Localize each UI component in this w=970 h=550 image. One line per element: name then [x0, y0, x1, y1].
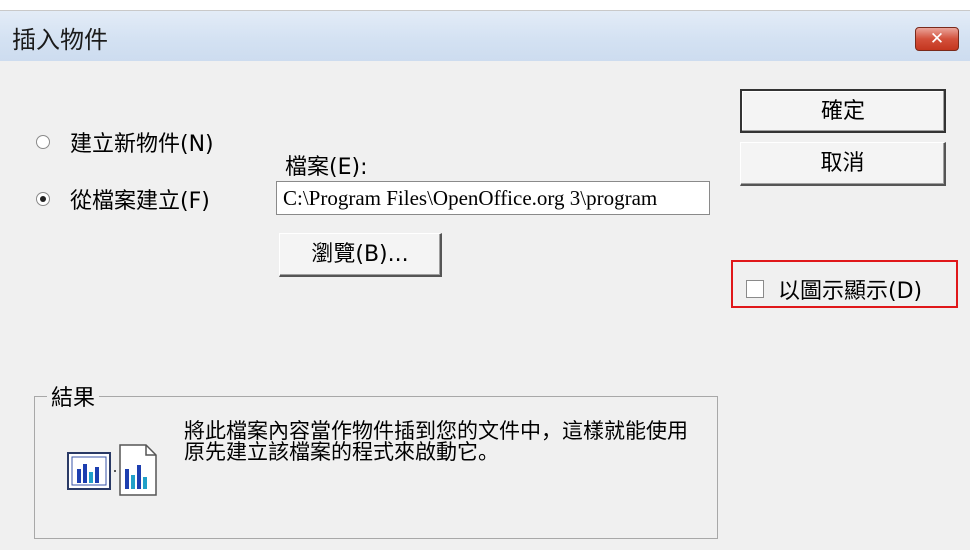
- display-as-icon-checkbox[interactable]: [746, 280, 764, 298]
- from-file-radio[interactable]: [36, 192, 50, 206]
- title-bar: 插入物件 ✕: [0, 11, 970, 61]
- from-file-label: 從檔案建立(F): [70, 189, 210, 214]
- file-path-input[interactable]: C:\Program Files\OpenOffice.org 3\progra…: [276, 181, 710, 215]
- result-title: 結果: [47, 380, 100, 412]
- close-button[interactable]: ✕: [915, 27, 959, 51]
- cancel-button[interactable]: 取消: [740, 142, 946, 186]
- insert-object-dialog: 插入物件 ✕ 建立新物件(N) 從檔案建立(F) 檔案(E): C:\Progr…: [0, 10, 970, 550]
- display-as-icon-label: 以圖示顯示(D): [778, 279, 923, 304]
- create-new-option[interactable]: 建立新物件(N): [36, 126, 214, 158]
- file-path-value: C:\Program Files\OpenOffice.org 3\progra…: [283, 186, 658, 210]
- file-label: 檔案(E):: [285, 155, 368, 180]
- from-file-option[interactable]: 從檔案建立(F): [36, 183, 210, 215]
- close-icon: ✕: [929, 29, 945, 49]
- result-description: 將此檔案內容當作物件插到您的文件中，這樣就能使用原先建立該檔案的程式來啟動它。: [184, 419, 688, 464]
- dialog-title: 插入物件: [12, 26, 108, 54]
- display-as-icon-option[interactable]: 以圖示顯示(D): [746, 273, 922, 305]
- ok-button[interactable]: 確定: [740, 89, 946, 133]
- embedded-document-icon: [67, 444, 157, 496]
- create-new-radio[interactable]: [36, 135, 50, 149]
- create-new-label: 建立新物件(N): [70, 132, 214, 157]
- browse-button[interactable]: 瀏覽(B)...: [279, 233, 442, 277]
